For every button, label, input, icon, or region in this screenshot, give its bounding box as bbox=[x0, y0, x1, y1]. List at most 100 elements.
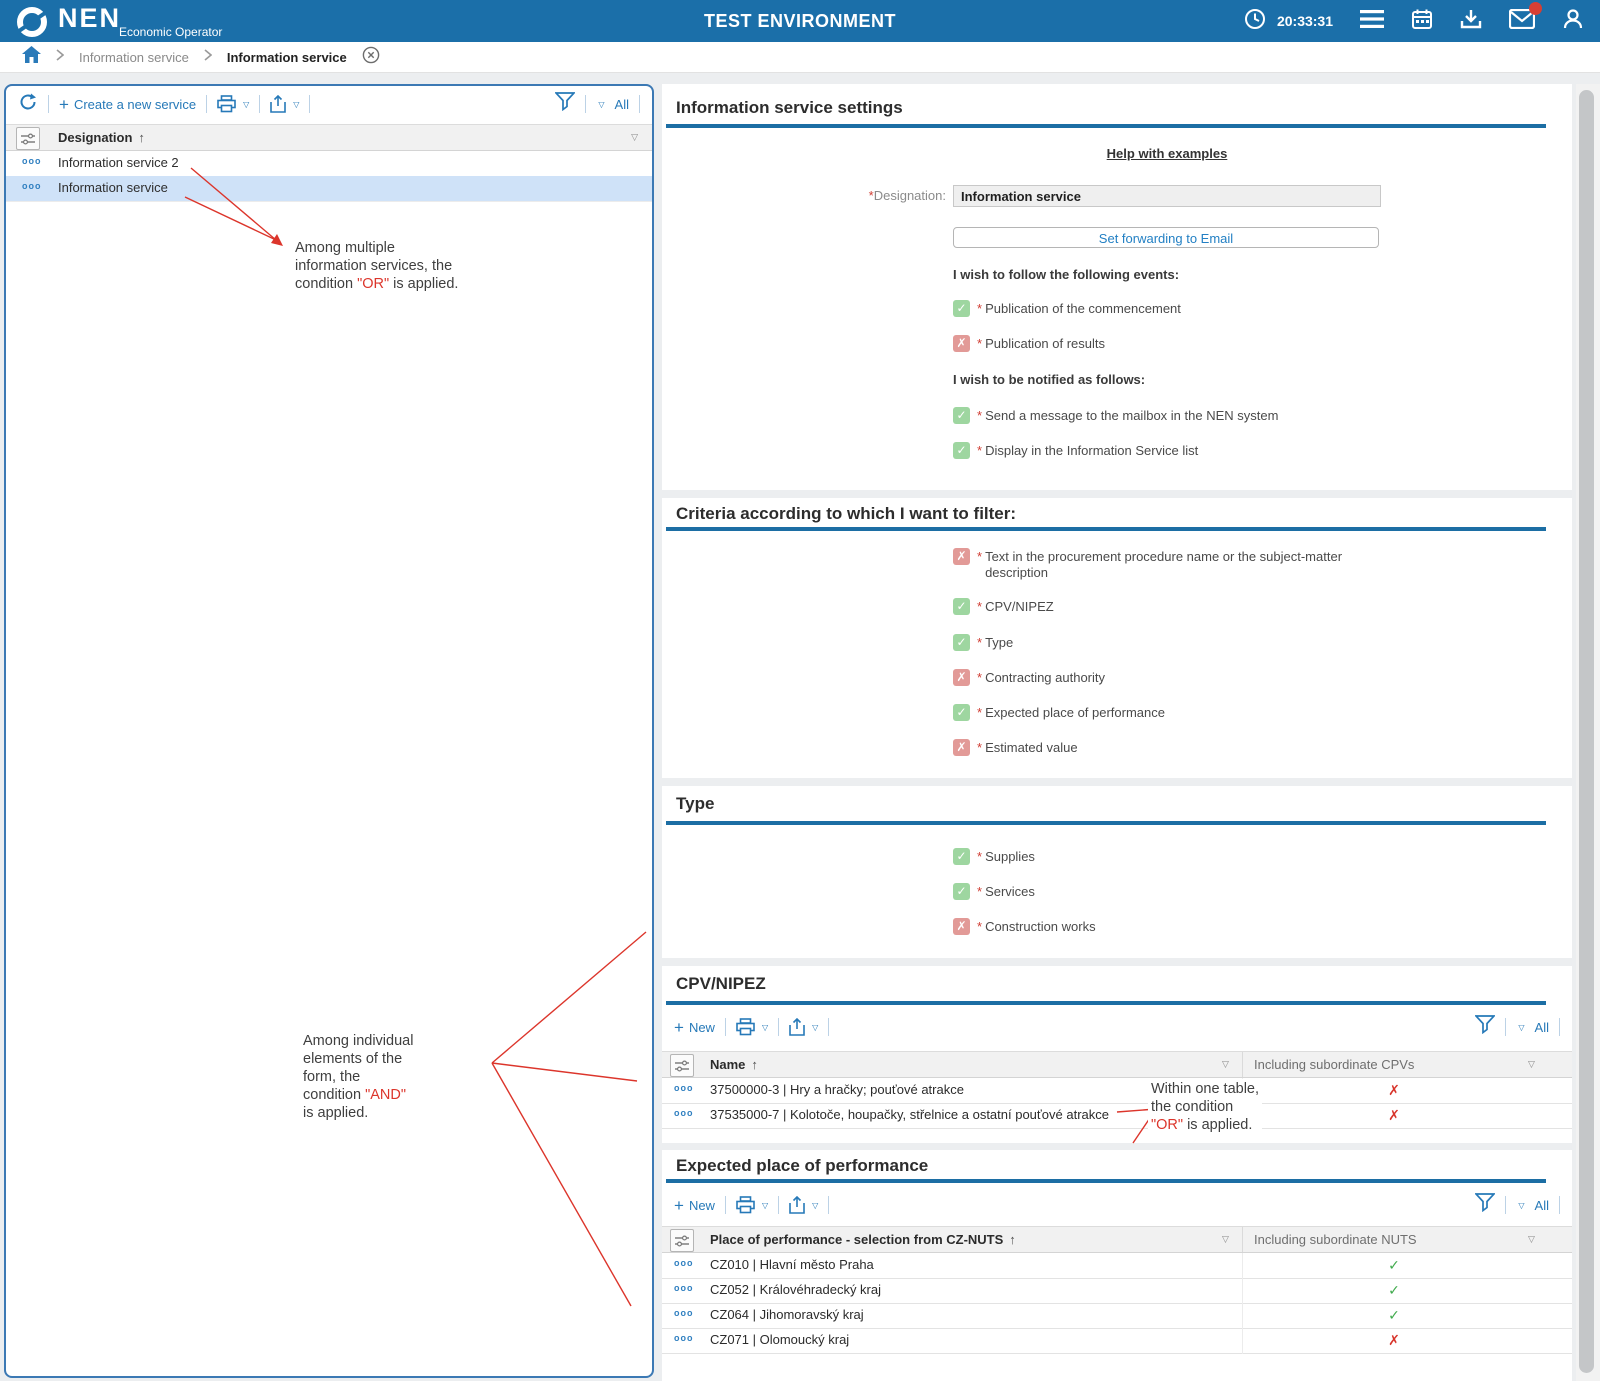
annotation-table-or: Within one table, the condition "OR" is … bbox=[1148, 1079, 1262, 1135]
row-menu-icon[interactable]: ooo bbox=[674, 1333, 694, 1343]
row-menu-icon[interactable]: ooo bbox=[674, 1108, 694, 1118]
toolbar-divider bbox=[1505, 1196, 1506, 1214]
column-filter-icon[interactable]: ▽ bbox=[1222, 1059, 1229, 1070]
list-row-information-service-2[interactable]: ooo Information service 2 bbox=[6, 151, 652, 177]
column-divider bbox=[1242, 1253, 1243, 1279]
column-divider bbox=[1242, 1278, 1243, 1304]
row-menu-icon[interactable]: ooo bbox=[674, 1258, 694, 1268]
close-tab-icon[interactable] bbox=[362, 46, 380, 69]
help-with-examples-link[interactable]: Help with examples bbox=[953, 146, 1381, 161]
column-settings-icon[interactable] bbox=[670, 1054, 694, 1077]
checkbox-unchecked-icon[interactable]: ✗ bbox=[953, 918, 970, 935]
plus-icon: + bbox=[674, 1019, 684, 1036]
place-row[interactable]: ooo CZ071 | Olomoucký kraj ✗ bbox=[662, 1328, 1572, 1354]
download-tray-icon[interactable] bbox=[1460, 8, 1482, 35]
column-header-designation[interactable]: Designation↑ bbox=[58, 130, 145, 145]
annotation-form-and: Among individual elements of the form, t… bbox=[303, 1032, 413, 1122]
dropdown-arrow-icon[interactable]: ▽ bbox=[762, 1201, 768, 1210]
row-menu-icon[interactable]: ooo bbox=[22, 156, 42, 166]
column-header-name[interactable]: Name↑ bbox=[710, 1057, 758, 1072]
row-menu-icon[interactable]: ooo bbox=[674, 1283, 694, 1293]
breadcrumb-current-item: Information service bbox=[227, 50, 347, 65]
list-row-information-service-selected[interactable]: ooo Information service bbox=[6, 176, 652, 202]
export-button[interactable]: ▽ bbox=[270, 95, 299, 113]
create-new-service-button[interactable]: + Create a new service bbox=[59, 96, 196, 113]
checkbox-unchecked-icon[interactable]: ✗ bbox=[953, 669, 970, 686]
export-button[interactable]: ▽ bbox=[789, 1196, 818, 1214]
checkbox-unchecked-icon[interactable]: ✗ bbox=[953, 739, 970, 756]
new-place-button[interactable]: + New bbox=[674, 1197, 715, 1214]
column-settings-icon[interactable] bbox=[670, 1229, 694, 1252]
scrollbar-thumb[interactable] bbox=[1579, 90, 1594, 1373]
menu-icon[interactable] bbox=[1360, 10, 1384, 33]
filter-dropdown-icon[interactable]: ▽ bbox=[598, 100, 604, 109]
filter-icon[interactable] bbox=[1475, 1015, 1495, 1039]
refresh-icon[interactable] bbox=[18, 92, 38, 117]
show-all-button[interactable]: All bbox=[1535, 1020, 1549, 1035]
checkbox-checked-icon[interactable]: ✓ bbox=[953, 883, 970, 900]
cpv-row[interactable]: ooo 37535000-7 | Kolotoče, houpačky, stř… bbox=[662, 1103, 1572, 1129]
designation-label: *Designation: bbox=[662, 188, 946, 203]
dropdown-arrow-icon[interactable]: ▽ bbox=[243, 100, 249, 109]
including-subordinate-mark: ✓ bbox=[1244, 1307, 1544, 1324]
column-filter-icon[interactable]: ▽ bbox=[1528, 1234, 1535, 1245]
checkbox-checked-icon[interactable]: ✓ bbox=[953, 442, 970, 459]
column-divider bbox=[1242, 1227, 1243, 1252]
calendar-icon[interactable] bbox=[1411, 8, 1433, 35]
home-icon[interactable] bbox=[22, 46, 41, 68]
user-icon[interactable] bbox=[1562, 8, 1584, 35]
criteria-card-title: Criteria according to which I want to fi… bbox=[676, 504, 1016, 524]
checkbox-expected-place: ✓ * Expected place of performance bbox=[953, 704, 1165, 721]
place-card-title: Expected place of performance bbox=[676, 1156, 928, 1176]
filter-icon[interactable] bbox=[555, 92, 575, 116]
column-settings-icon[interactable] bbox=[16, 127, 40, 150]
toolbar-divider bbox=[309, 95, 310, 113]
dropdown-arrow-icon[interactable]: ▽ bbox=[812, 1023, 818, 1032]
plus-icon: + bbox=[59, 96, 69, 113]
toolbar-divider bbox=[259, 95, 260, 113]
checkbox-checked-icon[interactable]: ✓ bbox=[953, 300, 970, 317]
show-all-button[interactable]: All bbox=[1535, 1198, 1549, 1213]
place-row[interactable]: ooo CZ052 | Královéhradecký kraj ✓ bbox=[662, 1278, 1572, 1304]
show-all-button[interactable]: All bbox=[615, 97, 629, 112]
settings-card: Information service settings Help with e… bbox=[662, 84, 1572, 490]
checkbox-unchecked-icon[interactable]: ✗ bbox=[953, 548, 970, 565]
print-button[interactable]: ▽ bbox=[217, 95, 249, 113]
column-header-including-nuts[interactable]: Including subordinate NUTS bbox=[1254, 1232, 1417, 1247]
new-cpv-button[interactable]: + New bbox=[674, 1019, 715, 1036]
cpv-row[interactable]: ooo 37500000-3 | Hry a hračky; pouťové a… bbox=[662, 1078, 1572, 1104]
export-button[interactable]: ▽ bbox=[789, 1018, 818, 1036]
column-header-place[interactable]: Place of performance - selection from CZ… bbox=[710, 1232, 1016, 1247]
print-button[interactable]: ▽ bbox=[736, 1196, 768, 1214]
filter-icon[interactable] bbox=[1475, 1193, 1495, 1217]
place-row[interactable]: ooo CZ010 | Hlavní město Praha ✓ bbox=[662, 1253, 1572, 1279]
dropdown-arrow-icon[interactable]: ▽ bbox=[812, 1201, 818, 1210]
designation-field[interactable] bbox=[953, 185, 1381, 207]
column-filter-icon[interactable]: ▽ bbox=[631, 132, 638, 143]
checkbox-checked-icon[interactable]: ✓ bbox=[953, 598, 970, 615]
checkbox-checked-icon[interactable]: ✓ bbox=[953, 848, 970, 865]
row-menu-icon[interactable]: ooo bbox=[674, 1083, 694, 1093]
checkbox-checked-icon[interactable]: ✓ bbox=[953, 407, 970, 424]
place-row[interactable]: ooo CZ064 | Jihomoravský kraj ✓ bbox=[662, 1303, 1572, 1329]
filter-dropdown-icon[interactable]: ▽ bbox=[1518, 1201, 1524, 1210]
column-divider bbox=[1242, 1303, 1243, 1329]
toolbar-divider bbox=[1559, 1196, 1560, 1214]
column-filter-icon[interactable]: ▽ bbox=[1528, 1059, 1535, 1070]
cpv-table-header: Name↑ ▽ Including subordinate CPVs ▽ bbox=[662, 1051, 1572, 1078]
checkbox-checked-icon[interactable]: ✓ bbox=[953, 704, 970, 721]
dropdown-arrow-icon[interactable]: ▽ bbox=[762, 1023, 768, 1032]
breadcrumb-item-information-service[interactable]: Information service bbox=[79, 50, 189, 65]
row-menu-icon[interactable]: ooo bbox=[674, 1308, 694, 1318]
print-button[interactable]: ▽ bbox=[736, 1018, 768, 1036]
place-table-header: Place of performance - selection from CZ… bbox=[662, 1226, 1572, 1253]
checkbox-unchecked-icon[interactable]: ✗ bbox=[953, 335, 970, 352]
checkbox-checked-icon[interactable]: ✓ bbox=[953, 634, 970, 651]
filter-dropdown-icon[interactable]: ▽ bbox=[1518, 1023, 1524, 1032]
set-forwarding-email-button[interactable]: Set forwarding to Email bbox=[953, 227, 1379, 248]
dropdown-arrow-icon[interactable]: ▽ bbox=[293, 100, 299, 109]
mail-icon[interactable] bbox=[1509, 9, 1535, 34]
column-header-including-cpvs[interactable]: Including subordinate CPVs bbox=[1254, 1057, 1414, 1072]
column-filter-icon[interactable]: ▽ bbox=[1222, 1234, 1229, 1245]
row-menu-icon[interactable]: ooo bbox=[22, 181, 42, 191]
